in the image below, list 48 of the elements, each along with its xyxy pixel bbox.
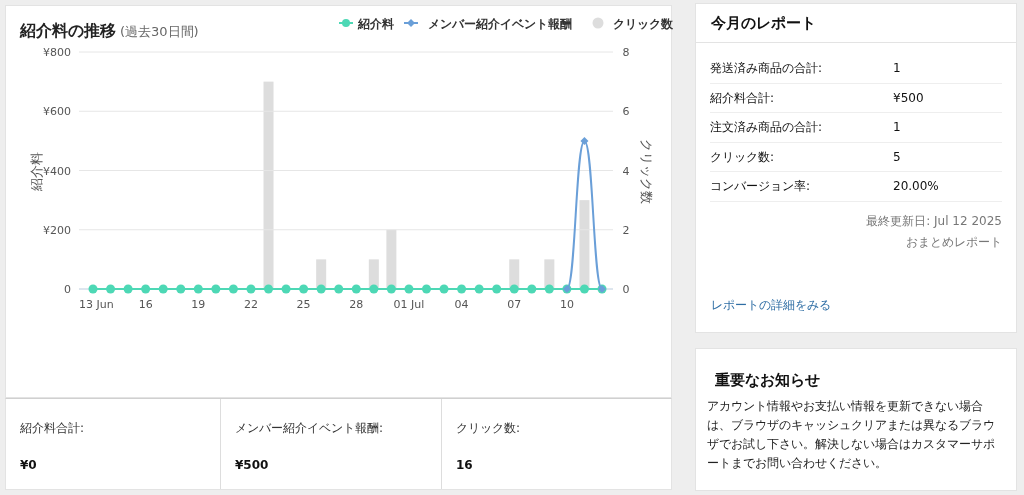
summary-report-label: おまとめレポート — [906, 233, 1002, 251]
report-value: 1 — [893, 60, 901, 78]
report-label: 紹介料合計: — [710, 89, 776, 107]
x-axis-label: 22 — [243, 298, 258, 311]
x-axis-label: 04 — [454, 298, 469, 311]
y-axis-label: ¥800 — [43, 46, 71, 59]
report-value: 1 — [893, 119, 901, 137]
stat-value: ¥0 — [20, 457, 38, 474]
x-axis-label: 19 — [191, 298, 206, 311]
stat-value: ¥500 — [235, 457, 270, 474]
x-axis-label: 25 — [296, 298, 311, 311]
y-axis-label: ¥200 — [43, 223, 71, 237]
y-axis-title: クリック数 — [639, 138, 654, 204]
report-label: コンバージョン率: — [710, 178, 812, 196]
report-label: クリック数: — [710, 148, 776, 166]
legend-label: クリック数 — [613, 16, 673, 31]
report-value: ¥500 — [893, 89, 924, 107]
x-axis-label: 01 Jul — [393, 298, 425, 311]
y-axis-label: 0 — [622, 283, 630, 296]
stat-value: 16 — [456, 457, 474, 474]
last-updated: 最終更新日: Jul 12 2025 — [866, 212, 1002, 230]
y-axis-label: 0 — [64, 283, 71, 296]
x-axis-label: 16 — [138, 298, 153, 311]
stat-label: 紹介料合計: — [20, 420, 86, 437]
chart-subtitle: (過去30日間) — [120, 23, 199, 41]
stat-label: メンバー紹介イベント報酬: — [235, 420, 385, 437]
y-axis-label: 4 — [622, 164, 630, 178]
y-axis-label: 6 — [622, 105, 630, 119]
y-axis-title: 紹介料 — [29, 151, 44, 191]
legend-label: メンバー紹介イベント報酬 — [428, 16, 572, 31]
chart-title: 紹介料の推移 — [20, 20, 116, 42]
legend-label: 紹介料 — [358, 16, 394, 31]
notice-text: アカウント情報やお支払い情報を更新できない場合は、ブラウザのキャッシュクリアまたは異なるブラウザでお試し下さい。解決しない場合はカスタマーサポートまでお問い合わせください。 — [707, 397, 996, 472]
x-axis-label: 07 — [507, 298, 522, 311]
report-value: 5 — [893, 148, 901, 166]
report-label: 発送済み商品の合計: — [710, 60, 824, 78]
x-axis-label: 13 Jun — [79, 298, 114, 311]
report-value: 20.00% — [893, 178, 939, 196]
x-axis-label: 10 — [559, 298, 574, 311]
y-axis-label: ¥600 — [43, 105, 71, 119]
x-axis-label: 28 — [349, 298, 364, 311]
y-axis-label: 8 — [622, 46, 630, 59]
stat-label: クリック数: — [456, 420, 522, 437]
report-label: 注文済み商品の合計: — [710, 119, 824, 137]
y-axis-label: 2 — [622, 223, 630, 237]
y-axis-label: ¥400 — [43, 164, 71, 178]
report-title: 今月のレポート — [711, 12, 816, 34]
notice-title: 重要なお知らせ — [714, 370, 821, 391]
